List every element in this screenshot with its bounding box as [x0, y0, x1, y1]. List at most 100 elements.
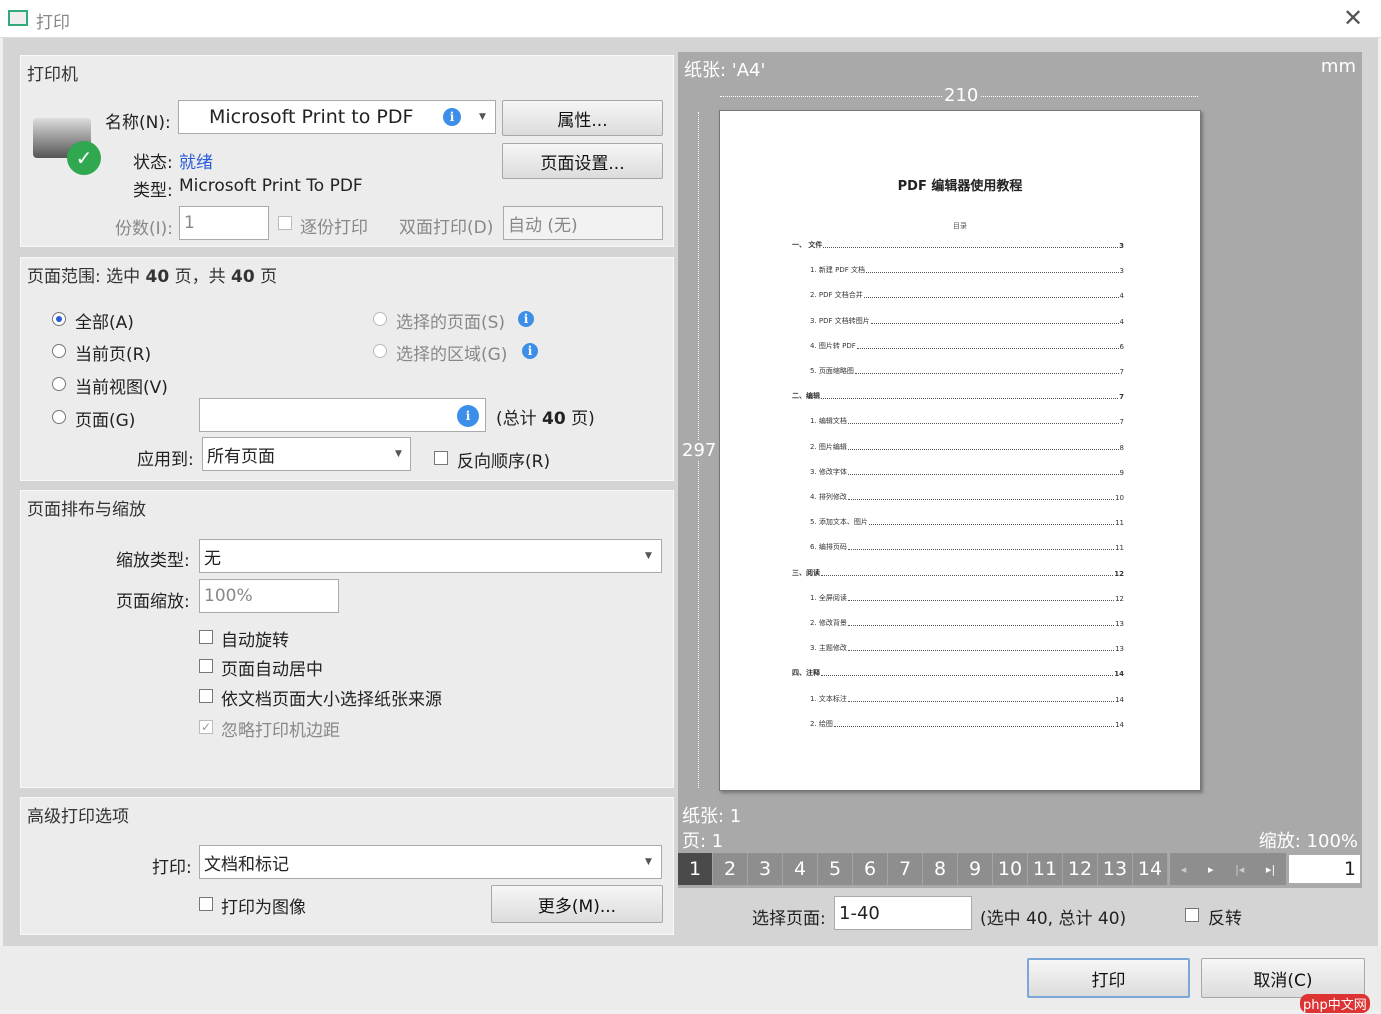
print-button[interactable]: 打印	[1027, 958, 1190, 998]
page-tab[interactable]: 8	[923, 853, 958, 885]
chevron-down-icon: ▼	[645, 551, 652, 561]
page-tab[interactable]: 10	[993, 853, 1028, 885]
toc-entry: 2. 绘图14	[810, 719, 1124, 729]
page-number-input[interactable]: 1	[1288, 854, 1361, 884]
selected-area-radio[interactable]	[373, 344, 387, 358]
all-radio[interactable]	[52, 312, 66, 326]
page-tab[interactable]: 12	[1063, 853, 1098, 885]
select-pages-input[interactable]: 1-40	[834, 896, 972, 930]
current-view-radio[interactable]	[52, 377, 66, 391]
copies-stepper[interactable]: 1	[179, 206, 269, 240]
more-button[interactable]: 更多(M)...	[491, 885, 663, 923]
toc-entry: 6. 编排页码11	[810, 542, 1124, 552]
page-tab[interactable]: 6	[853, 853, 888, 885]
width-value: 210	[942, 85, 980, 106]
info-icon[interactable]: i	[457, 405, 479, 427]
toc-label: 2. PDF 文档合并	[810, 290, 863, 300]
page-tab[interactable]: 14	[1133, 853, 1168, 885]
toc-page: 14	[1115, 721, 1124, 729]
toc-page: 6	[1120, 343, 1124, 351]
print-as-image-checkbox[interactable]	[199, 897, 213, 911]
toc-leader	[857, 348, 1119, 349]
pages-count: (总计 40 页)	[496, 404, 595, 429]
auto-rotate-checkbox[interactable]	[199, 630, 213, 644]
auto-center-checkbox[interactable]	[199, 659, 213, 673]
cancel-button[interactable]: 取消(C)	[1201, 958, 1365, 998]
page-tab[interactable]: 2	[713, 853, 748, 885]
toc-label: 3. PDF 文档转图片	[810, 316, 870, 326]
page-tab[interactable]: 3	[748, 853, 783, 885]
check-icon: ✓	[67, 141, 101, 175]
apply-label: 应用到:	[137, 445, 194, 470]
all-label: 全部(A)	[75, 308, 134, 333]
range-suffix: 页	[255, 267, 277, 287]
scale-type-select[interactable]: 无	[199, 539, 662, 573]
auto-rotate-label: 自动旋转	[221, 626, 289, 651]
toc-label: 2. 图片编辑	[810, 442, 847, 452]
info-icon[interactable]: i	[518, 311, 534, 327]
select-pages-info: (选中 40, 总计 40)	[980, 904, 1126, 929]
layout-section: 页面排布与缩放 缩放类型: 无 ▼ 页面缩放: 100% 自动旋转 页面自动居中…	[20, 490, 674, 788]
zoom-stepper[interactable]: 100%	[199, 579, 339, 613]
chevron-down-icon: ▼	[479, 112, 486, 122]
apply-select[interactable]: 所有页面	[202, 437, 411, 471]
apply-value: 所有页面	[207, 442, 275, 467]
chevron-down-icon: ▼	[645, 857, 652, 867]
info-icon[interactable]: i	[522, 343, 538, 359]
pages-input[interactable]	[199, 398, 486, 432]
first-page-icon[interactable]: |◂	[1235, 863, 1244, 876]
page-tab[interactable]: 7	[888, 853, 923, 885]
toc-leader	[848, 625, 1114, 626]
ignore-margins-checkbox[interactable]: ✓	[199, 720, 213, 734]
printer-app-icon	[8, 10, 28, 26]
current-page-radio[interactable]	[52, 344, 66, 358]
toc-leader	[848, 600, 1114, 601]
toc-leader	[821, 398, 1118, 399]
invert-checkbox[interactable]	[1185, 908, 1199, 922]
toc-entry: 3. PDF 文档转图片4	[810, 316, 1124, 326]
type-label: 类型:	[133, 176, 173, 201]
page-tab[interactable]: 11	[1028, 853, 1063, 885]
document-title: PDF 编辑器使用教程	[720, 175, 1200, 194]
selected-pages-radio[interactable]	[373, 312, 387, 326]
chevron-down-icon: ▼	[395, 449, 402, 459]
close-icon[interactable]: ✕	[1343, 4, 1363, 32]
prev-page-icon[interactable]: ◂	[1181, 863, 1187, 876]
page-number-value: 1	[1344, 858, 1356, 880]
page-tab[interactable]: 13	[1098, 853, 1133, 885]
auto-center-label: 页面自动居中	[221, 655, 323, 680]
duplex-label: 双面打印(D)	[399, 213, 493, 238]
toc-leader	[848, 423, 1119, 424]
ignore-margins-label: 忽略打印机边距	[221, 716, 340, 741]
page-tab[interactable]: 9	[958, 853, 993, 885]
toc-entry: 1. 编辑文档7	[810, 416, 1124, 426]
properties-button[interactable]: 属性...	[502, 100, 663, 136]
toc-page: 3	[1119, 242, 1124, 250]
page-tab[interactable]: 5	[818, 853, 853, 885]
page-setup-button[interactable]: 页面设置...	[502, 143, 663, 179]
toc-leader	[821, 675, 1113, 676]
reverse-order-checkbox[interactable]	[434, 451, 448, 465]
pages-radio[interactable]	[52, 410, 66, 424]
toc-leader	[848, 549, 1114, 550]
toc-label: 4. 图片转 PDF	[810, 341, 856, 351]
toc-leader	[834, 726, 1114, 727]
paper-source-checkbox[interactable]	[199, 689, 213, 703]
current-page-label: 当前页(R)	[75, 340, 151, 365]
page-tab[interactable]: 1	[678, 853, 713, 885]
page-range-section: 页面范围: 选中 40 页，共 40 页 全部(A) 当前页(R) 当前视图(V…	[20, 257, 674, 481]
section-title: 高级打印选项	[27, 802, 129, 827]
last-page-icon[interactable]: ▸|	[1266, 863, 1275, 876]
page-tab[interactable]: 4	[783, 853, 818, 885]
print-content-select[interactable]: 文档和标记	[199, 845, 662, 879]
toc-label: 1. 编辑文档	[810, 416, 847, 426]
unit-label: mm	[1321, 56, 1356, 77]
duplex-select[interactable]: 自动 (无)	[503, 206, 663, 240]
next-page-icon[interactable]: ▸	[1208, 863, 1214, 876]
info-icon[interactable]: i	[443, 108, 461, 126]
selected-count: 40	[146, 267, 170, 287]
window-title: 打印	[36, 8, 70, 33]
section-title: 打印机	[27, 60, 78, 85]
title-bar: 打印 ✕	[0, 0, 1381, 38]
collate-checkbox[interactable]	[278, 216, 292, 230]
